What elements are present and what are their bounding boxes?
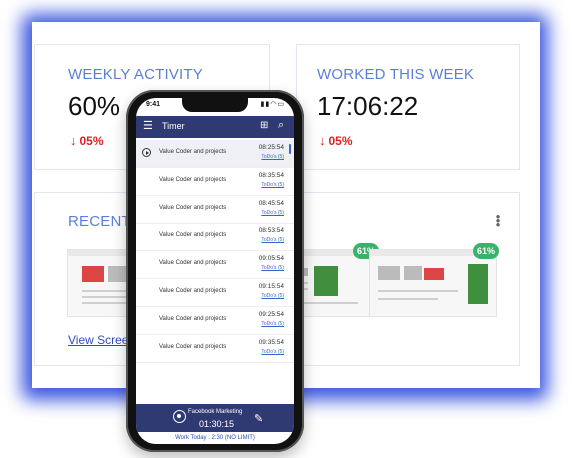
task-time: 09:35:54 (258, 338, 284, 346)
task-todo-link[interactable]: ToDo's (5) (261, 321, 284, 327)
app-header: ☰ Timer ⊞ ⌕ (136, 116, 294, 138)
task-row[interactable]: Value Coder and projects 08:35:54 ToDo's (… (136, 168, 294, 196)
task-todo-link[interactable]: ToDo's (5) (261, 265, 284, 271)
more-options-icon[interactable]: • • • (495, 210, 501, 231)
hierarchy-icon[interactable]: ⊞ (260, 120, 268, 131)
phone-screen: 9:41 ▮▮◠▭ ☰ Timer ⊞ ⌕ Value Coder and pr… (136, 98, 294, 444)
task-todo-link[interactable]: ToDo's (5) (261, 237, 284, 243)
task-time: 08:35:54 (258, 171, 284, 179)
task-time: 08:53:54 (258, 227, 284, 235)
task-name: Value Coder and projects (159, 204, 227, 211)
current-timer: 01:30:15 (199, 419, 235, 429)
task-time: 09:05:54 (258, 255, 284, 263)
worked-this-week-change-value: 05% (328, 134, 353, 148)
task-row[interactable]: Value Coder and projects 08:53:54 ToDo's (… (136, 223, 294, 252)
arrow-down-icon: ↓ (319, 133, 326, 148)
status-icons: ▮▮◠▭ (261, 100, 285, 108)
edit-icon[interactable]: ✎ (254, 412, 263, 425)
task-name: Value Coder and projects (159, 232, 227, 239)
task-row[interactable]: Value Coder and projects 09:05:54 ToDo's (… (136, 251, 294, 280)
task-name: Value Coder and projects (159, 315, 227, 322)
menu-icon[interactable]: ☰ (143, 121, 153, 132)
signal-icon: ▮▮ (260, 101, 271, 108)
worked-this-week-value: 17:06:22 (317, 91, 419, 121)
stop-timer-icon[interactable] (173, 410, 186, 423)
task-name: Value Coder and projects (159, 288, 227, 294)
scrollbar[interactable] (289, 144, 291, 154)
weekly-activity-change-value: 05% (79, 134, 104, 148)
status-time: 9:41 (146, 101, 161, 108)
task-row[interactable]: Value Coder and projects 08:45:54 ToDo's (… (136, 196, 294, 224)
task-time: 09:15:54 (258, 283, 284, 290)
worked-this-week-change: ↓ 05% (319, 133, 353, 148)
task-time: 09:25:54 (258, 310, 284, 318)
phone-notch (182, 98, 248, 112)
task-time: 08:45:54 (258, 199, 284, 207)
task-todo-link[interactable]: ToDo's (5) (261, 293, 284, 299)
play-icon[interactable] (142, 148, 151, 157)
worked-this-week-card: WORKED THIS WEEK 17:06:22 ↓ 05% (296, 44, 520, 170)
task-todo-link[interactable]: ToDo's (5) (261, 182, 284, 188)
weekly-activity-value: 60% (68, 91, 121, 121)
timer-footer: Facebook Marketing 01:30:15 ✎ Work Today… (136, 404, 294, 444)
weekly-activity-title: WEEKLY ACTIVITY (68, 66, 203, 83)
task-row[interactable]: Value Coder and projects 09:25:54 ToDo's (… (136, 307, 294, 335)
arrow-down-icon: ↓ (70, 133, 77, 148)
work-today-label: Work Today : 2:30 (NO LIMIT) (136, 432, 294, 444)
task-time: 08:25:54 (258, 144, 284, 151)
task-name: Value Coder and projects (159, 176, 227, 183)
task-todo-link[interactable]: ToDo's (5) (261, 154, 284, 160)
weekly-activity-change: ↓ 05% (70, 133, 104, 148)
task-todo-link[interactable]: ToDo's (5) (261, 210, 284, 216)
battery-icon: ▭ (277, 101, 285, 108)
worked-this-week-title: WORKED THIS WEEK (317, 66, 475, 83)
task-row[interactable]: Value Coder and projects 08:25:54 ToDo's (… (136, 140, 294, 168)
screenshot-thumbnail[interactable] (369, 249, 497, 317)
current-project: Facebook Marketing (188, 409, 243, 415)
phone-mockup: 9:41 ▮▮◠▭ ☰ Timer ⊞ ⌕ Value Coder and pr… (126, 90, 304, 452)
task-todo-link[interactable]: ToDo's (5) (261, 349, 284, 355)
search-icon[interactable]: ⌕ (278, 119, 284, 132)
task-row[interactable]: Value Coder and projects 09:35:54 ToDo's (… (136, 335, 294, 363)
app-header-title: Timer (162, 121, 185, 131)
activity-percent-badge: 61% (473, 243, 499, 259)
task-name: Value Coder and projects (159, 343, 227, 350)
task-name: Value Coder and projects (159, 260, 227, 267)
task-row[interactable]: Value Coder and projects 09:15:54 ToDo's (… (136, 279, 294, 307)
task-name: Value Coder and projects (159, 149, 227, 155)
